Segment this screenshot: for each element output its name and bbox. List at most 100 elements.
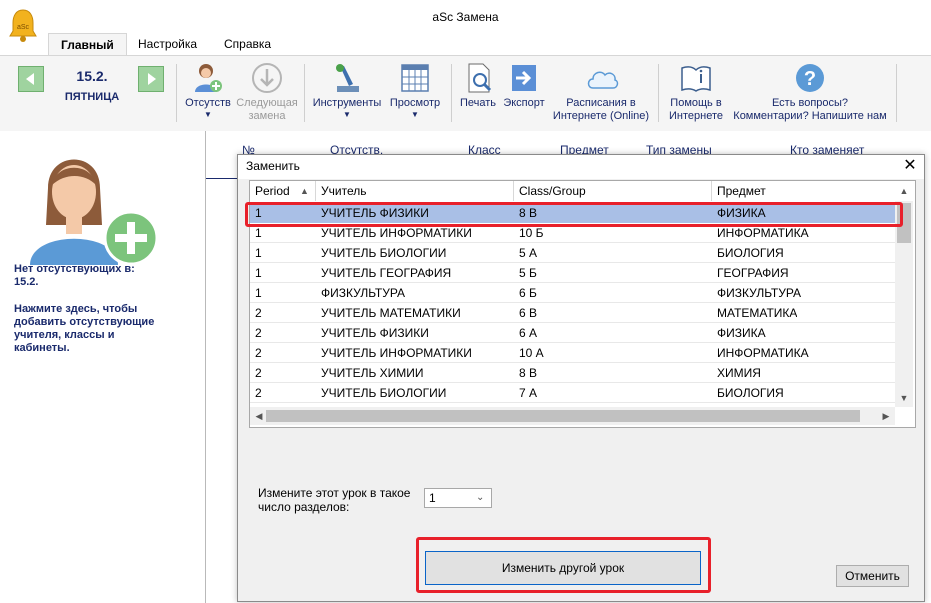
cell-subject: БИОЛОГИЯ [717,246,784,260]
dialog-title: Заменить [246,159,300,173]
export-button[interactable]: Экспорт [499,60,549,122]
next-day-button[interactable] [138,66,164,92]
cell-period: 2 [255,386,262,400]
window-title: aSc Замена [432,10,499,24]
chevron-down-icon: ▼ [411,110,419,119]
view-label: Просмотр [389,97,441,109]
cell-period: 2 [255,366,262,380]
print-button[interactable]: Печать [455,60,501,122]
tools-icon [336,64,359,92]
cell-period: 1 [255,266,262,280]
questions-label-1: Есть вопросы? [771,97,849,109]
cell-class: 10 А [519,346,544,360]
cell-subject: ФИЗИКА [717,326,766,340]
cell-class: 7 А [519,386,538,400]
cell-teacher: УЧИТЕЛЬ БИОЛОГИИ [321,386,447,400]
table-row[interactable]: 1 ФИЗКУЛЬТУРА 6 Б ФИЗКУЛЬТУРА [250,283,895,303]
sort-up-icon: ▲ [300,186,309,196]
view-button[interactable]: Просмотр ▼ [385,60,445,122]
arrow-down-circle-icon [252,63,282,93]
chevron-down-icon: ▼ [204,110,212,119]
scroll-right-icon[interactable]: ▶ [877,407,895,425]
absent-button[interactable]: Отсутств ▼ [180,60,236,122]
online-label-1: Расписания в [566,97,636,109]
split-count-label: Измените этот урок в такое число раздело… [258,486,418,514]
question-circle-icon: ? [796,64,824,92]
ribbon-separator [451,64,452,122]
tools-button[interactable]: Инструменты ▼ [308,60,386,122]
column-header-class-group[interactable]: Class/Group [514,181,712,201]
cell-subject: ИНФОРМАТИКА [717,346,809,360]
ribbon-separator [896,64,897,122]
no-absent-message: Нет отсутствующих в: 15.2. [14,263,194,289]
highlight-change-button [416,537,711,593]
cell-period: 1 [255,286,262,300]
feedback-button[interactable]: ? Есть вопросы? Комментарии? Напишите на… [728,60,892,122]
cell-class: 5 Б [519,266,537,280]
split-label-line: Измените этот урок в такое [258,486,411,500]
next-substitution-button[interactable]: Следующая замена [234,60,300,122]
tab-main[interactable]: Главный [48,33,127,56]
online-schedules-button[interactable]: Расписания в Интернете (Online) [548,60,654,122]
questions-label-2: Комментарии? Напишите нам [733,110,887,122]
table-row[interactable]: 2 УЧИТЕЛЬ МАТЕМАТИКИ 6 В МАТЕМАТИКА [250,303,895,323]
print-preview-icon [468,63,492,93]
cell-teacher: УЧИТЕЛЬ ИНФОРМАТИКИ [321,346,472,360]
cell-teacher: УЧИТЕЛЬ ГЕОГРАФИЯ [321,266,452,280]
cell-period: 1 [255,246,262,260]
add-absent-avatar[interactable] [30,140,165,266]
cell-period: 2 [255,346,262,360]
column-header-period[interactable]: Period ▲ [250,181,316,201]
hint-line: добавить отсутствующие [14,316,155,328]
split-label-line: число разделов: [258,500,350,514]
tools-label: Инструменты [312,97,382,109]
cell-subject: ХИМИЯ [717,366,761,380]
column-header-subject[interactable]: Предмет [712,181,895,201]
cell-teacher: УЧИТЕЛЬ ХИМИИ [321,366,424,380]
absent-label: Отсутств [185,97,231,109]
previous-day-button[interactable] [18,66,44,92]
ribbon-separator [176,64,177,122]
table-row[interactable]: 1 УЧИТЕЛЬ ГЕОГРАФИЯ 5 Б ГЕОГРАФИЯ [250,263,895,283]
cloud-icon [587,71,619,89]
grid-view-icon [401,64,429,92]
table-row[interactable]: 1 УЧИТЕЛЬ БИОЛОГИИ 5 А БИОЛОГИЯ [250,243,895,263]
add-person-icon [195,64,222,92]
cell-teacher: УЧИТЕЛЬ ФИЗИКИ [321,326,429,340]
tab-help[interactable]: Справка [212,33,283,55]
table-row[interactable]: 2 УЧИТЕЛЬ ИНФОРМАТИКИ 10 А ИНФОРМАТИКА [250,343,895,363]
hint-line: Нажмите здесь, чтобы [14,303,138,315]
table-row[interactable]: 2 УЧИТЕЛЬ ХИМИИ 8 В ХИМИЯ [250,363,895,383]
cell-class: 6 В [519,306,538,320]
hint-line: учителя, классы и [14,329,115,341]
hint-line: кабинеты. [14,342,70,354]
tab-settings[interactable]: Настройка [126,33,209,55]
table-row[interactable]: 2 УЧИТЕЛЬ ФИЗИКИ 6 А ФИЗИКА [250,323,895,343]
online-label-2: Интернете (Online) [552,110,650,122]
cancel-button[interactable]: Отменить [836,565,909,587]
scroll-up-icon[interactable]: ▲ [895,182,913,200]
horizontal-scroll-thumb[interactable] [266,410,860,422]
scroll-down-icon[interactable]: ▼ [895,389,913,407]
highlight-selected-row [245,202,903,227]
grid-divider [206,178,238,179]
close-icon[interactable]: ✕ [900,156,920,176]
cell-subject: МАТЕМАТИКА [717,306,798,320]
cell-class: 6 А [519,326,538,340]
next-label-1: Следующая [236,97,298,109]
current-date: 15.2. [76,68,108,84]
ribbon-separator [658,64,659,122]
chevron-down-icon: ▼ [343,110,351,119]
add-absent-hint[interactable]: Нажмите здесь, чтобы добавить отсутствую… [14,303,194,355]
ribbon-separator [304,64,305,122]
column-header-teacher[interactable]: Учитель [316,181,514,201]
no-absent-text: Нет отсутствующих в: [14,263,135,275]
online-help-button[interactable]: Помощь в Интернете [662,60,730,122]
cell-subject: ГЕОГРАФИЯ [717,266,789,280]
svg-text:aSc: aSc [17,24,30,31]
teacher-avatar-icon [30,159,159,266]
cell-class: 5 А [519,246,538,260]
no-absent-date: 15.2. [14,276,39,288]
table-row[interactable]: 2 УЧИТЕЛЬ БИОЛОГИИ 7 А БИОЛОГИЯ [250,383,895,403]
chevron-down-icon[interactable]: ⌄ [476,492,484,503]
